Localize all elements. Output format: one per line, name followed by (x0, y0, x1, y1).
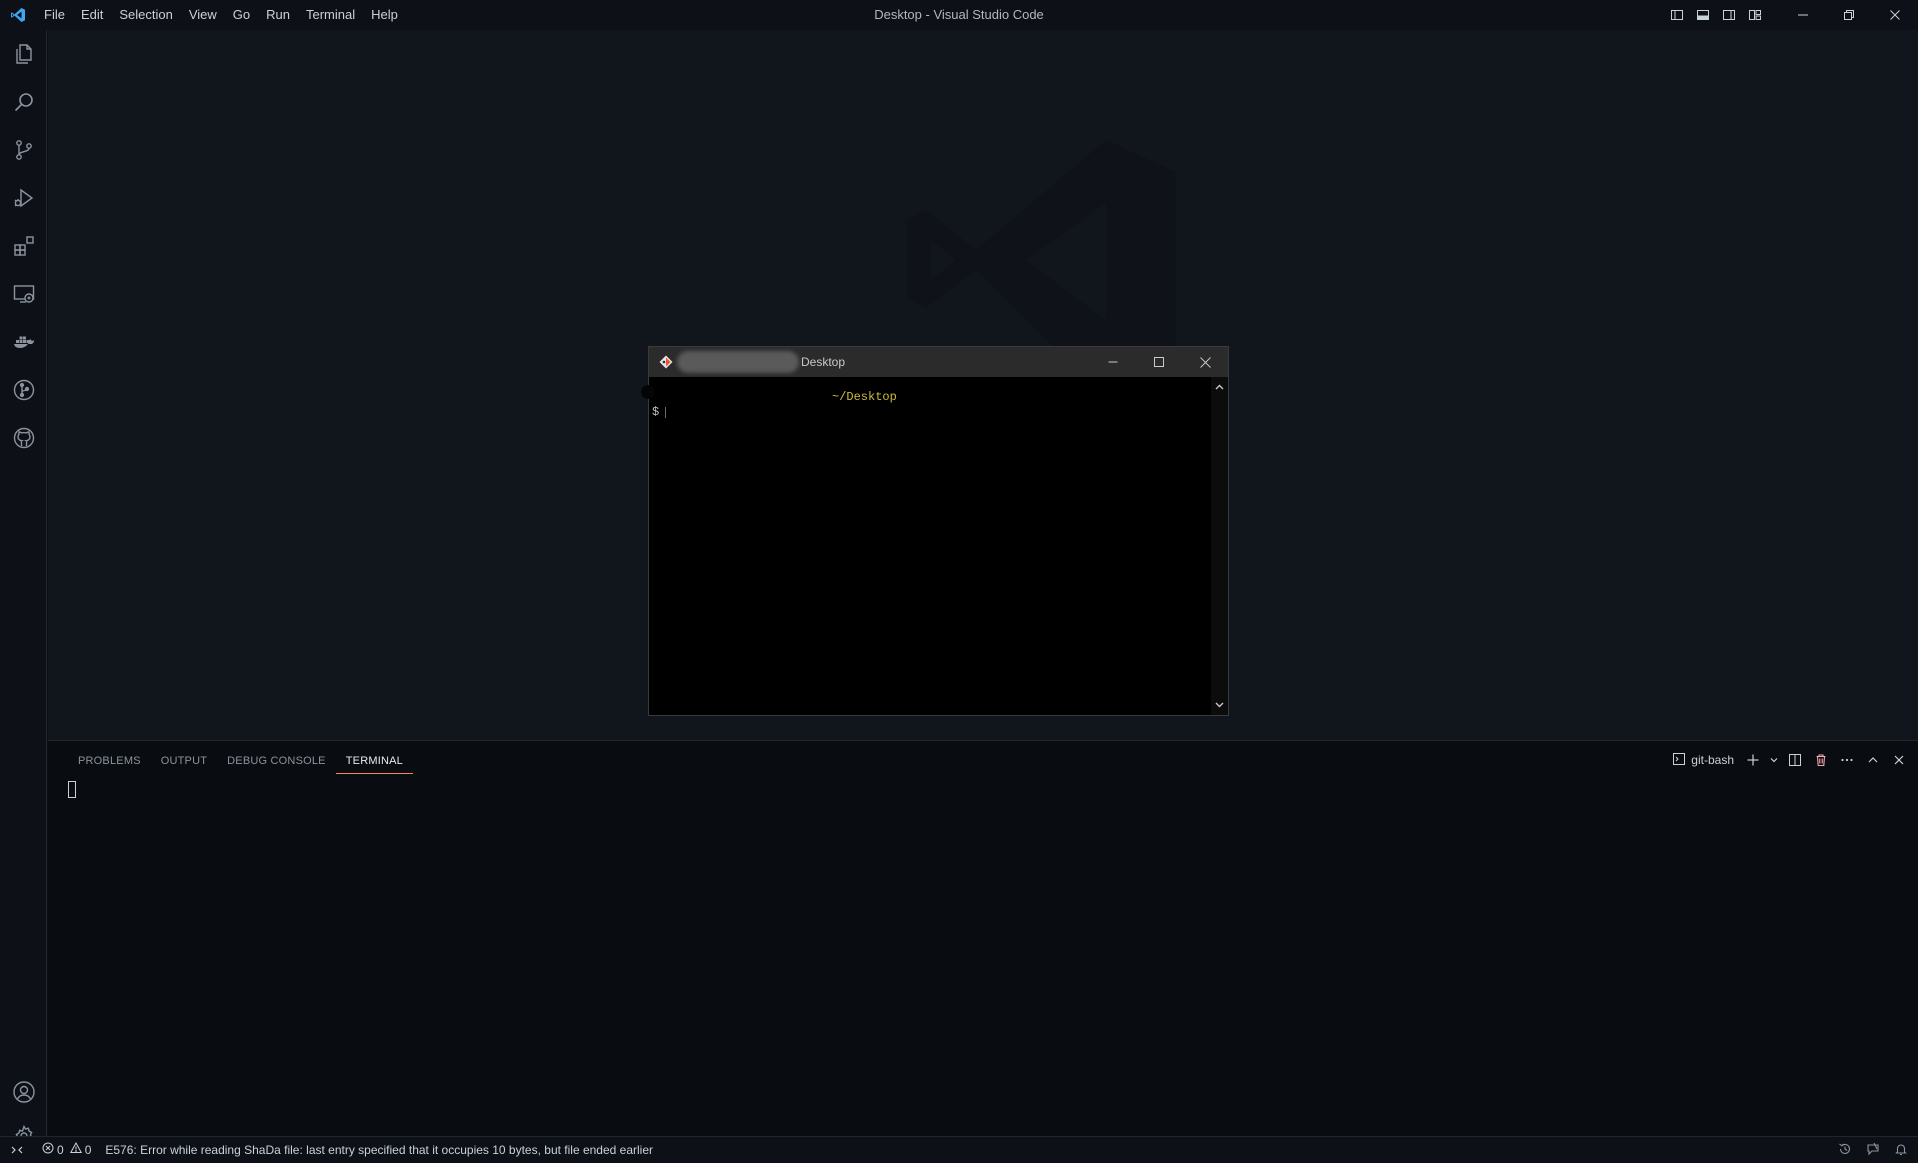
toggle-secondary-sidebar-button[interactable] (1716, 0, 1742, 30)
tab-debug-console[interactable]: DEBUG CONSOLE (217, 751, 336, 774)
terminal-icon (1672, 752, 1686, 769)
search-icon[interactable] (0, 78, 47, 126)
accounts-icon[interactable] (0, 1068, 47, 1116)
scroll-down-arrow-icon[interactable] (1211, 697, 1228, 713)
toggle-panel-button[interactable] (1690, 0, 1716, 30)
status-bar: 0 0 E576: Error while reading ShaDa file… (0, 1136, 1918, 1162)
history-icon[interactable] (1838, 1142, 1852, 1159)
activity-bar (0, 30, 47, 1148)
error-icon (42, 1142, 54, 1157)
title-controls (1664, 0, 1918, 30)
window-resize-dot (641, 385, 655, 399)
warning-count: 0 (84, 1142, 92, 1157)
remote-explorer-icon[interactable] (0, 270, 47, 318)
chevron-down-icon[interactable] (1768, 749, 1780, 771)
git-bash-window-controls (1090, 347, 1228, 377)
tab-problems[interactable]: PROBLEMS (68, 751, 151, 774)
bottom-panel: PROBLEMS OUTPUT DEBUG CONSOLE TERMINAL g… (48, 740, 1918, 1136)
remote-indicator-icon[interactable] (0, 1137, 34, 1163)
status-message: E576: Error while reading ShaDa file: la… (105, 1142, 654, 1157)
git-bash-maximize-button[interactable] (1136, 347, 1182, 377)
git-bash-minimize-button[interactable] (1090, 347, 1136, 377)
menu-go[interactable]: Go (225, 0, 258, 30)
git-bash-logo-icon (655, 347, 677, 377)
restore-window-button[interactable] (1826, 0, 1872, 30)
current-path: ~/Desktop (832, 390, 897, 404)
tab-output[interactable]: OUTPUT (151, 751, 217, 774)
terminal-name: git-bash (1691, 753, 1734, 767)
error-count: 0 (57, 1142, 64, 1157)
menu-view[interactable]: View (181, 0, 225, 30)
kill-terminal-button[interactable] (1810, 749, 1832, 771)
docker-icon[interactable] (0, 318, 47, 366)
git-bash-close-button[interactable] (1182, 347, 1228, 377)
maximize-panel-button[interactable] (1862, 749, 1884, 771)
panel-tabs: PROBLEMS OUTPUT DEBUG CONSOLE TERMINAL (68, 751, 413, 774)
menu-run[interactable]: Run (258, 0, 298, 30)
minimize-window-button[interactable] (1780, 0, 1826, 30)
feedback-icon[interactable] (1866, 1142, 1880, 1159)
menu-edit[interactable]: Edit (73, 0, 111, 30)
git-bash-scrollbar[interactable] (1211, 377, 1228, 715)
menu-selection[interactable]: Selection (111, 0, 180, 30)
title-bar: File Edit Selection View Go Run Terminal… (0, 0, 1918, 30)
close-window-button[interactable] (1872, 0, 1918, 30)
run-debug-icon[interactable] (0, 174, 47, 222)
git-bash-window[interactable]: Desktop ~/Desktop $ (641, 346, 1229, 716)
split-terminal-button[interactable] (1784, 749, 1806, 771)
more-actions-icon[interactable] (1836, 749, 1858, 771)
panel-actions: git-bash (1668, 749, 1910, 771)
git-graph-icon[interactable] (0, 366, 47, 414)
git-bash-window-title: Desktop (801, 355, 846, 369)
terminal-cursor[interactable] (68, 781, 76, 798)
git-bash-titlebar[interactable]: Desktop (649, 347, 1228, 377)
warning-icon (69, 1141, 82, 1157)
github-icon[interactable] (0, 414, 47, 462)
terminal-selector[interactable]: git-bash (1668, 752, 1738, 769)
scroll-up-arrow-icon[interactable] (1211, 379, 1228, 395)
toggle-primary-sidebar-button[interactable] (1664, 0, 1690, 30)
explorer-icon[interactable] (0, 30, 47, 78)
tab-terminal[interactable]: TERMINAL (335, 751, 413, 774)
shell-prompt: $ (652, 405, 660, 419)
redacted-username (677, 351, 799, 373)
git-bash-console[interactable]: ~/Desktop $ (649, 377, 1212, 715)
extensions-icon[interactable] (0, 222, 47, 270)
menu-terminal[interactable]: Terminal (298, 0, 363, 30)
problems-summary[interactable]: 0 0 (34, 1141, 99, 1157)
source-control-icon[interactable] (0, 126, 47, 174)
vscode-logo-icon (0, 0, 36, 30)
menu-file[interactable]: File (36, 0, 73, 30)
status-right-items (1838, 1137, 1908, 1163)
notifications-bell-icon[interactable] (1894, 1142, 1908, 1159)
new-terminal-button[interactable] (1742, 749, 1764, 771)
menu-bar: File Edit Selection View Go Run Terminal… (36, 0, 406, 30)
menu-help[interactable]: Help (363, 0, 406, 30)
close-panel-button[interactable] (1888, 749, 1910, 771)
customize-layout-button[interactable] (1742, 0, 1768, 30)
text-caret (665, 407, 666, 418)
